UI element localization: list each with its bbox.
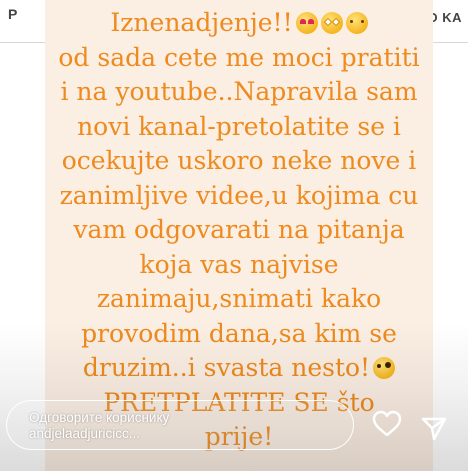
story-line-3: i na youtube..Napravila sam: [60, 77, 418, 106]
story-line-4: novi kanal-pretolatite se i: [77, 111, 401, 141]
send-icon: [421, 417, 447, 441]
story-line-10: provodim dana,sa kim se: [81, 318, 397, 348]
like-button[interactable]: [370, 407, 404, 441]
reply-placeholder: Одговорите кориснику: [29, 410, 170, 425]
story-line-2: od sada cete me moci pratiti: [58, 42, 420, 72]
heart-eyes-emoji-icon: [295, 12, 318, 34]
tab-left[interactable]: P: [8, 6, 17, 22]
story-line-9: zanimaju,snimati kako: [96, 284, 382, 313]
story-line-8: koja vas najvise: [139, 249, 339, 279]
zany-face-emoji-icon: [373, 357, 396, 379]
story-line-7: vam odgovarati na pitanja: [73, 215, 405, 244]
heart-icon: [372, 410, 402, 437]
partying-face-emoji-icon: [345, 12, 368, 34]
share-button[interactable]: [417, 412, 451, 446]
star-struck-emoji-icon: [320, 12, 343, 34]
story-line-1: Iznenadjenje!!: [45, 6, 433, 41]
story-line-11: druzim..i svasta nesto!: [45, 351, 433, 386]
reply-input[interactable]: Одговорите кориснику andjelaadjuricicc..…: [6, 400, 354, 450]
story-text: Iznenadjenje!! od sada cete me moci prat…: [45, 6, 433, 455]
story-line-5: ocekujte uskoro neke nove i: [61, 146, 417, 175]
story-line-6: zanimljive videe,u kojima cu: [59, 180, 419, 210]
story-viewer: P O KA Iznenadjenje!! od sada cete me mo…: [0, 0, 468, 471]
reply-username: andjelaadjuricicc...: [29, 426, 141, 441]
